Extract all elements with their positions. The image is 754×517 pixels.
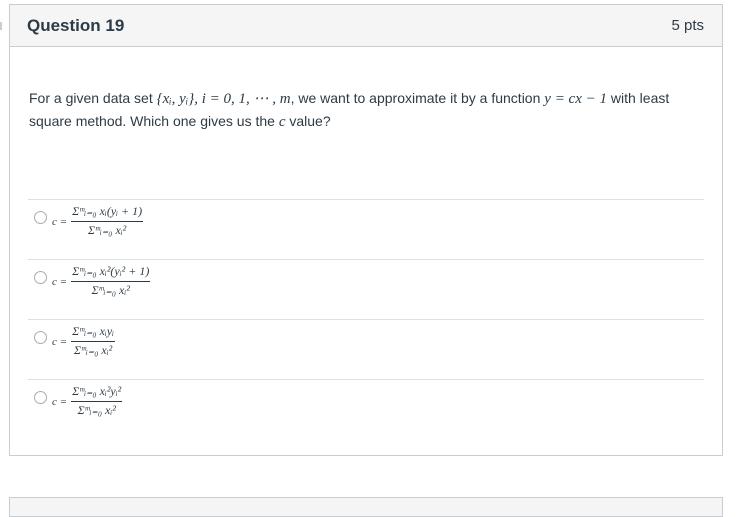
fraction: Σᵐᵢ₌₀ xᵢ(yᵢ + 1) Σᵐᵢ₌₀ xᵢ² bbox=[71, 204, 144, 238]
answer-formula: c = Σᵐᵢ₌₀ xᵢ(yᵢ + 1) Σᵐᵢ₌₀ xᵢ² bbox=[52, 204, 144, 238]
fraction-bar bbox=[71, 221, 144, 222]
answer-option-2[interactable]: c = Σᵐᵢ₌₀ xᵢ²(yᵢ² + 1) Σᵐᵢ₌₀ xᵢ² bbox=[28, 259, 704, 319]
answer-formula: c = Σᵐᵢ₌₀ xᵢ²yᵢ² Σᵐᵢ₌₀ xᵢ² bbox=[52, 384, 123, 418]
question-text-part: value? bbox=[285, 113, 331, 129]
answer-radio[interactable] bbox=[34, 391, 47, 404]
question-header: Question 19 5 pts bbox=[10, 5, 722, 47]
answer-option-3[interactable]: c = Σᵐᵢ₌₀ xᵢyᵢ Σᵐᵢ₌₀ xᵢ² bbox=[28, 319, 704, 379]
numerator: Σᵐᵢ₌₀ xᵢyᵢ bbox=[72, 324, 115, 338]
question-card: Question 19 5 pts For a given data set {… bbox=[9, 4, 723, 456]
dataset-math: {xᵢ, yᵢ}, i = 0, 1, ⋯ , m bbox=[156, 91, 291, 107]
answer-option-4[interactable]: c = Σᵐᵢ₌₀ xᵢ²yᵢ² Σᵐᵢ₌₀ xᵢ² bbox=[28, 379, 704, 439]
answer-radio[interactable] bbox=[34, 211, 47, 224]
denominator: Σᵐᵢ₌₀ xᵢ² bbox=[87, 223, 127, 237]
formula-lhs: c = bbox=[52, 396, 68, 408]
fraction: Σᵐᵢ₌₀ xᵢyᵢ Σᵐᵢ₌₀ xᵢ² bbox=[71, 324, 116, 358]
denominator: Σᵐᵢ₌₀ xᵢ² bbox=[77, 403, 116, 417]
fraction: Σᵐᵢ₌₀ xᵢ²(yᵢ² + 1) Σᵐᵢ₌₀ xᵢ² bbox=[71, 264, 151, 298]
answer-radio[interactable] bbox=[34, 271, 47, 284]
left-edge-marker bbox=[0, 22, 2, 30]
fraction: Σᵐᵢ₌₀ xᵢ²yᵢ² Σᵐᵢ₌₀ xᵢ² bbox=[71, 384, 123, 418]
formula-lhs: c = bbox=[52, 276, 68, 288]
numerator: Σᵐᵢ₌₀ xᵢ²(yᵢ² + 1) bbox=[72, 264, 150, 278]
question-text: For a given data set {xᵢ, yᵢ}, i = 0, 1,… bbox=[29, 87, 709, 133]
numerator: Σᵐᵢ₌₀ xᵢ(yᵢ + 1) bbox=[72, 204, 143, 218]
numerator: Σᵐᵢ₌₀ xᵢ²yᵢ² bbox=[72, 384, 122, 398]
fraction-bar bbox=[71, 341, 116, 342]
answer-formula: c = Σᵐᵢ₌₀ xᵢ²(yᵢ² + 1) Σᵐᵢ₌₀ xᵢ² bbox=[52, 264, 151, 298]
denominator: Σᵐᵢ₌₀ xᵢ² bbox=[91, 283, 130, 297]
question-title: Question 19 bbox=[27, 15, 125, 35]
formula-lhs: c = bbox=[52, 336, 68, 348]
question-points: 5 pts bbox=[671, 17, 704, 34]
answer-formula: c = Σᵐᵢ₌₀ xᵢyᵢ Σᵐᵢ₌₀ xᵢ² bbox=[52, 324, 116, 358]
denominator: Σᵐᵢ₌₀ xᵢ² bbox=[73, 343, 113, 357]
formula-lhs: c = bbox=[52, 216, 68, 228]
question-text-part: For a given data set bbox=[29, 90, 157, 106]
fraction-bar bbox=[71, 281, 151, 282]
question-text-part: , we want to approximate it by a functio… bbox=[290, 90, 545, 106]
function-math: y = cx − 1 bbox=[544, 91, 607, 107]
answer-list: c = Σᵐᵢ₌₀ xᵢ(yᵢ + 1) Σᵐᵢ₌₀ xᵢ² c = Σᵐᵢ₌₀… bbox=[28, 199, 704, 439]
answer-radio[interactable] bbox=[34, 331, 47, 344]
next-question-card bbox=[9, 497, 723, 517]
answer-option-1[interactable]: c = Σᵐᵢ₌₀ xᵢ(yᵢ + 1) Σᵐᵢ₌₀ xᵢ² bbox=[28, 199, 704, 259]
fraction-bar bbox=[71, 401, 123, 402]
